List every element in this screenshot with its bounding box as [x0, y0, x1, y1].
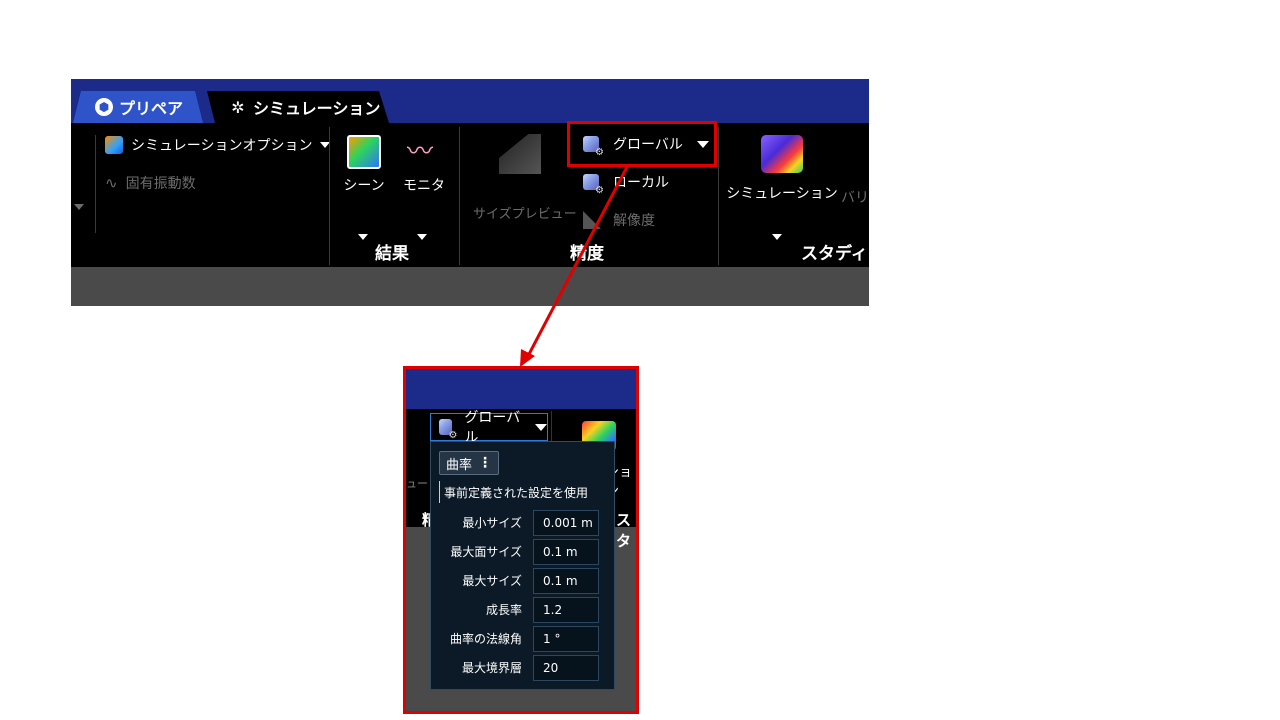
- max-size-field: 最大サイズ 0.1 m: [431, 568, 616, 594]
- scene-label: シーン: [343, 178, 385, 194]
- mode-chip[interactable]: 曲率 ⋮: [439, 451, 500, 475]
- partial-study-label: スタ: [616, 511, 632, 550]
- global-mesh-icon: [439, 419, 458, 441]
- ribbon: ⬢ プリペア ✲ シミュレーション シミュレーションオプション ∿ 固有振動数 …: [71, 79, 869, 306]
- simulation-study-label: シミュレーション: [726, 186, 838, 202]
- growth-rate-input[interactable]: 1.2: [533, 597, 599, 623]
- simulation-dropdown-icon[interactable]: [772, 225, 782, 244]
- local-button[interactable]: ローカル: [583, 172, 669, 196]
- sim-options-icon: [105, 136, 123, 154]
- resolution-button[interactable]: 解像度: [583, 210, 655, 230]
- max-size-input[interactable]: 0.1 m: [533, 568, 599, 594]
- growth-rate-field: 成長率 1.2: [431, 597, 616, 623]
- local-mesh-icon: [583, 174, 604, 196]
- monitor-graph-icon: 〰: [407, 137, 434, 167]
- sim-options-label: シミュレーションオプション: [131, 138, 313, 154]
- scene-button[interactable]: シーン: [339, 135, 389, 195]
- field-label: 成長率: [485, 603, 522, 617]
- monitor-dropdown-icon[interactable]: [417, 225, 427, 244]
- zoomed-global-panel: ション ュー スタ 精 グローバル 曲率 ⋮ 事前定義された設定を使用 最小サイ…: [403, 366, 639, 714]
- field-label: 最大サイズ: [462, 574, 522, 588]
- zoom-tab-bar: [406, 369, 636, 409]
- variation-button[interactable]: バリエ: [841, 187, 869, 207]
- viewport-strip: [71, 267, 869, 306]
- tab-prepare[interactable]: ⬢ プリペア: [73, 91, 203, 123]
- group-separator: [329, 127, 330, 265]
- max-face-size-field: 最大面サイズ 0.1 m: [431, 539, 616, 565]
- field-label: 曲率の法線角: [449, 632, 522, 646]
- curvature-normal-angle-field: 曲率の法線角 1 °: [431, 626, 616, 652]
- field-label: 最大境界層: [461, 661, 522, 675]
- curvature-normal-angle-input[interactable]: 1 °: [533, 626, 599, 652]
- preset-setting-label: 事前定義された設定を使用: [444, 485, 589, 500]
- study-group-label: スタディ: [801, 244, 868, 264]
- results-group-label: 結果: [375, 244, 409, 264]
- monitor-button[interactable]: 〰 モニタ: [397, 135, 451, 195]
- scene-icon: [347, 135, 381, 169]
- monitor-label: モニタ: [403, 178, 445, 194]
- global-mesh-settings-popup: 曲率 ⋮ 事前定義された設定を使用 最小サイズ 0.001 m 最大面サイズ 0…: [430, 441, 615, 690]
- tab-simulation-label: シミュレーション: [253, 99, 381, 118]
- resolution-label: 解像度: [613, 213, 655, 229]
- partial-size-preview-label: ュー: [406, 477, 428, 490]
- max-boundary-layers-input[interactable]: 20: [533, 655, 599, 681]
- group-separator: [95, 135, 96, 233]
- simulation-cube-icon: [761, 135, 803, 173]
- prepare-cube-icon: ⬢: [95, 98, 113, 116]
- min-size-input[interactable]: 0.001 m: [533, 510, 599, 536]
- field-label: 最大面サイズ: [450, 545, 522, 559]
- mode-chip-label: 曲率: [446, 457, 473, 473]
- waveform-icon: ∿: [105, 174, 118, 192]
- local-label: ローカル: [613, 175, 669, 191]
- group-separator: [459, 127, 460, 265]
- resolution-icon: [583, 211, 601, 229]
- variation-label: バリエ: [841, 190, 869, 206]
- max-boundary-layers-field: 最大境界層 20: [431, 655, 616, 681]
- simulation-atom-icon: ✲: [231, 97, 245, 117]
- sim-options-button[interactable]: シミュレーションオプション: [105, 135, 331, 155]
- tab-prepare-label: プリペア: [119, 99, 184, 118]
- max-face-size-input[interactable]: 0.1 m: [533, 539, 599, 565]
- kebab-menu-icon[interactable]: ⋮: [478, 455, 492, 471]
- size-preview-label: サイズプレビュー: [473, 207, 577, 222]
- global-button-highlight: [567, 121, 717, 167]
- size-preview-button[interactable]: サイズプレビュー: [473, 203, 577, 222]
- chevron-down-icon: [535, 423, 547, 431]
- collapse-arrow-icon[interactable]: [74, 195, 84, 214]
- precision-group-label: 精度: [570, 244, 604, 264]
- simulation-study-button[interactable]: シミュレーション: [726, 135, 838, 203]
- group-separator: [718, 127, 719, 265]
- min-size-field: 最小サイズ 0.001 m: [431, 510, 616, 536]
- field-label: 最小サイズ: [462, 516, 522, 530]
- preset-setting[interactable]: 事前定義された設定を使用: [439, 481, 588, 503]
- ribbon-tab-bar: ⬢ プリペア ✲ シミュレーション: [71, 79, 869, 123]
- scene-dropdown-icon[interactable]: [358, 225, 368, 244]
- natural-frequency-button[interactable]: ∿ 固有振動数: [105, 173, 196, 193]
- global-dropdown-button[interactable]: グローバル: [430, 410, 548, 446]
- natural-frequency-label: 固有振動数: [125, 176, 196, 192]
- tab-simulation[interactable]: ✲ シミュレーション: [207, 91, 389, 123]
